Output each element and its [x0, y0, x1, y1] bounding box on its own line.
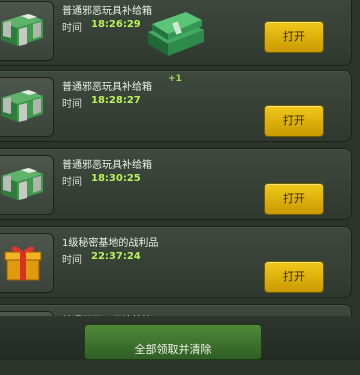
- green-crate-icon: [0, 10, 47, 50]
- time-value: 18:30:25: [91, 173, 141, 184]
- list-item: 1级秘密基地的战利品 时间 22:37:24 打开: [0, 226, 352, 298]
- time-label: 时间: [62, 255, 82, 266]
- item-title: 普通邪恶玩具补给箱: [62, 82, 152, 93]
- item-title: 1级秘密基地的战利品: [62, 238, 159, 249]
- item-icon-frame: [0, 77, 54, 137]
- claim-all-clear-button[interactable]: 全部领取并清除: [84, 324, 262, 360]
- gift-box-icon: [4, 246, 42, 281]
- time-value: 18:28:27: [91, 95, 141, 106]
- open-button[interactable]: 打开: [264, 261, 324, 293]
- item-icon-frame: [0, 1, 54, 61]
- reward-list[interactable]: 普通邪恶玩具补给箱 时间 18:26:29 打开 普通邪恶玩具补给箱 时间 18…: [0, 0, 360, 360]
- reward-plus-label: +1: [168, 74, 182, 84]
- time-label: 时间: [62, 177, 82, 188]
- open-button[interactable]: 打开: [264, 183, 324, 215]
- item-title: 普通邪恶玩具补给箱: [62, 6, 152, 17]
- time-label: 时间: [62, 99, 82, 110]
- green-crate-icon: [0, 164, 47, 204]
- time-value: 18:26:29: [91, 19, 141, 30]
- time-label: 时间: [62, 23, 82, 34]
- cash-stack-icon: [148, 12, 204, 56]
- list-item: 普通邪恶玩具补给箱 时间 18:30:25 打开: [0, 148, 352, 220]
- green-crate-icon: [0, 86, 47, 126]
- open-button[interactable]: 打开: [264, 21, 324, 53]
- open-button[interactable]: 打开: [264, 105, 324, 137]
- item-icon-frame: [0, 155, 54, 215]
- time-value: 22:37:24: [91, 251, 141, 262]
- item-title: 普通邪恶玩具补给箱: [62, 160, 152, 171]
- item-icon-frame: [0, 233, 54, 293]
